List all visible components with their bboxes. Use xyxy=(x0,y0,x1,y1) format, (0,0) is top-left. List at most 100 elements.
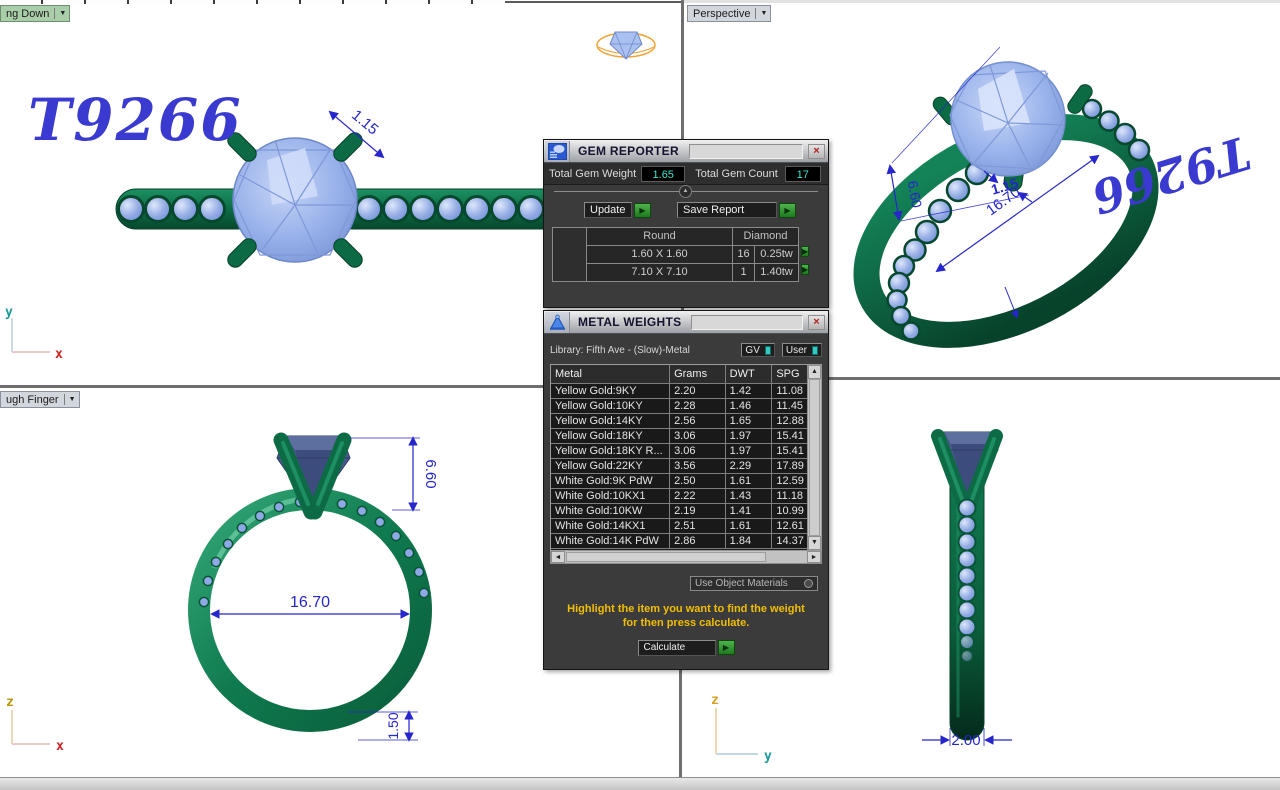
axis-y-label: y xyxy=(764,749,772,764)
gem-shape-header: Round xyxy=(586,227,733,246)
calculate-run-button[interactable]: ▶ xyxy=(718,640,735,655)
view-dropdown-label: ng Down xyxy=(6,8,49,20)
close-button[interactable]: × xyxy=(808,315,825,330)
dropdown-separator xyxy=(54,8,55,19)
gem-row-action[interactable]: ▶ xyxy=(800,263,816,282)
gem-row-count[interactable]: 16 xyxy=(732,245,755,264)
instruction-line-1: Highlight the item you want to find the … xyxy=(544,602,828,616)
dimension-label-diameter: 16.70 xyxy=(290,594,330,611)
scroll-left-icon: ◄ xyxy=(555,554,562,561)
metal-table-row[interactable]: Yellow Gold:10KY 2.28 1.46 11.45 xyxy=(551,399,821,414)
cell-dwt: 1.61 xyxy=(726,474,773,488)
view-dropdown-through-finger[interactable]: ugh Finger ▼ xyxy=(0,391,80,408)
gv-button[interactable]: GV xyxy=(741,343,774,357)
center-stone xyxy=(950,62,1065,176)
axis-x-label: x xyxy=(56,739,64,754)
metal-table-row[interactable]: White Gold:14KX1 2.51 1.61 12.61 xyxy=(551,519,821,534)
metal-table-row[interactable]: White Gold:14K PdW 2.86 1.84 14.37 xyxy=(551,534,821,549)
panel-title: METAL WEIGHTS xyxy=(570,315,689,329)
gem-reporter-panel: GEM REPORTER × Total Gem Weight 1.65 Tot… xyxy=(543,139,829,308)
metal-table-row[interactable]: Yellow Gold:14KY 2.56 1.65 12.88 xyxy=(551,414,821,429)
metal-weights-titlebar[interactable]: METAL WEIGHTS × xyxy=(544,311,828,334)
row-run-button[interactable]: ▶ xyxy=(801,264,809,275)
dropdown-separator xyxy=(755,8,756,19)
cell-dwt: 1.42 xyxy=(726,384,773,398)
cell-grams: 2.19 xyxy=(670,504,726,518)
gem-row-count[interactable]: 1 xyxy=(732,263,755,282)
metal-weights-panel: METAL WEIGHTS × Library: Fifth Ave - (Sl… xyxy=(543,310,829,670)
cell-dwt: 1.97 xyxy=(726,444,773,458)
gem-row-size[interactable]: 7.10 X 7.10 xyxy=(586,263,733,282)
cell-grams: 2.86 xyxy=(670,534,726,548)
calculate-button[interactable]: Calculate xyxy=(638,640,716,656)
scroll-down-button[interactable]: ▼ xyxy=(808,536,821,550)
user-button[interactable]: User xyxy=(782,343,822,357)
cell-grams: 2.20 xyxy=(670,384,726,398)
column-header-grams[interactable]: Grams xyxy=(670,365,726,383)
scroll-track[interactable] xyxy=(766,551,807,563)
metal-table-row[interactable]: White Gold:10KW 2.19 1.41 10.99 xyxy=(551,504,821,519)
scroll-up-button[interactable]: ▲ xyxy=(808,365,821,379)
cell-dwt: 1.41 xyxy=(726,504,773,518)
scroll-right-button[interactable]: ► xyxy=(807,551,821,563)
metal-table-header: Metal Grams DWT SPG xyxy=(551,365,821,384)
close-button[interactable]: × xyxy=(808,144,825,159)
gem-row-size[interactable]: 1.60 X 1.60 xyxy=(586,245,733,264)
dimension-head-height: 6.60 xyxy=(350,438,439,510)
gem-row-weight[interactable]: 0.25tw xyxy=(754,245,799,264)
cell-grams: 2.28 xyxy=(670,399,726,413)
metal-table-row[interactable]: White Gold:9K PdW 2.50 1.61 12.59 xyxy=(551,474,821,489)
run-arrow-icon: ▶ xyxy=(723,643,729,652)
scroll-up-icon: ▲ xyxy=(811,368,818,375)
gem-wireframe-icon xyxy=(597,32,655,59)
collapse-strip: ▲ xyxy=(544,185,828,199)
cell-metal: Yellow Gold:18KY R... xyxy=(551,444,670,458)
save-report-run-button[interactable]: ▶ xyxy=(779,203,796,218)
model-label: T9266 xyxy=(28,86,243,154)
scroll-thumb[interactable] xyxy=(809,379,820,536)
gem-reporter-icon xyxy=(545,141,570,162)
cell-dwt: 1.97 xyxy=(726,429,773,443)
metal-table-row[interactable]: Yellow Gold:9KY 2.20 1.42 11.08 xyxy=(551,384,821,399)
collapse-icon: ▲ xyxy=(683,188,689,194)
axis-z-label: z xyxy=(6,695,14,710)
update-run-button[interactable]: ▶ xyxy=(634,203,651,218)
cell-metal: Yellow Gold:10KY xyxy=(551,399,670,413)
collapse-button[interactable]: ▲ xyxy=(679,185,692,198)
metal-table-row[interactable]: Yellow Gold:18KY 3.06 1.97 15.41 xyxy=(551,429,821,444)
cell-metal: White Gold:9K PdW xyxy=(551,474,670,488)
cell-metal: Yellow Gold:14KY xyxy=(551,414,670,428)
total-gem-count-value: 17 xyxy=(785,166,821,182)
column-header-dwt[interactable]: DWT xyxy=(726,365,773,383)
view-dropdown-looking-down[interactable]: ng Down ▼ xyxy=(0,5,70,22)
metal-table-row[interactable]: Yellow Gold:18KY R... 3.06 1.97 15.41 xyxy=(551,444,821,459)
cell-grams: 2.22 xyxy=(670,489,726,503)
gem-table: Round Diamond 1.60 X 1.60 16 0.25tw ▶ 7.… xyxy=(553,228,828,282)
save-report-button[interactable]: Save Report xyxy=(677,202,777,218)
run-arrow-icon: ▶ xyxy=(639,206,645,215)
view-dropdown-perspective[interactable]: Perspective ▼ xyxy=(687,5,771,22)
scroll-left-button[interactable]: ◄ xyxy=(551,551,565,563)
metal-table: Metal Grams DWT SPG Yellow Gold:9KY 2.20… xyxy=(550,364,822,551)
gem-row-weight[interactable]: 1.40tw xyxy=(754,263,799,282)
dimension-label-shank-width: 2.00 xyxy=(951,732,980,749)
row-run-button[interactable]: ▶ xyxy=(801,246,809,257)
horizontal-scrollbar[interactable]: ◄ ► xyxy=(550,551,822,564)
dropdown-arrow-icon: ▼ xyxy=(59,10,66,17)
column-header-metal[interactable]: Metal xyxy=(551,365,670,383)
view-dropdown-label: ugh Finger xyxy=(6,394,59,406)
metal-table-row[interactable]: White Gold:10KX1 2.22 1.43 11.18 xyxy=(551,489,821,504)
metal-table-row[interactable]: Yellow Gold:22KY 3.56 2.29 17.89 xyxy=(551,459,821,474)
cell-metal: White Gold:14KX1 xyxy=(551,519,670,533)
cell-grams: 3.56 xyxy=(670,459,726,473)
status-bar xyxy=(0,777,1280,790)
axis-x-label: x xyxy=(55,347,63,362)
update-button[interactable]: Update xyxy=(584,202,632,218)
total-gem-weight-label: Total Gem Weight xyxy=(544,168,641,180)
gem-reporter-titlebar[interactable]: GEM REPORTER × xyxy=(544,140,828,163)
vertical-scrollbar[interactable]: ▲ ▼ xyxy=(807,365,821,550)
scroll-thumb[interactable] xyxy=(566,552,766,562)
cell-dwt: 1.43 xyxy=(726,489,773,503)
use-object-materials-button[interactable]: Use Object Materials xyxy=(690,576,818,591)
gem-row-action[interactable]: ▶ xyxy=(800,245,816,264)
